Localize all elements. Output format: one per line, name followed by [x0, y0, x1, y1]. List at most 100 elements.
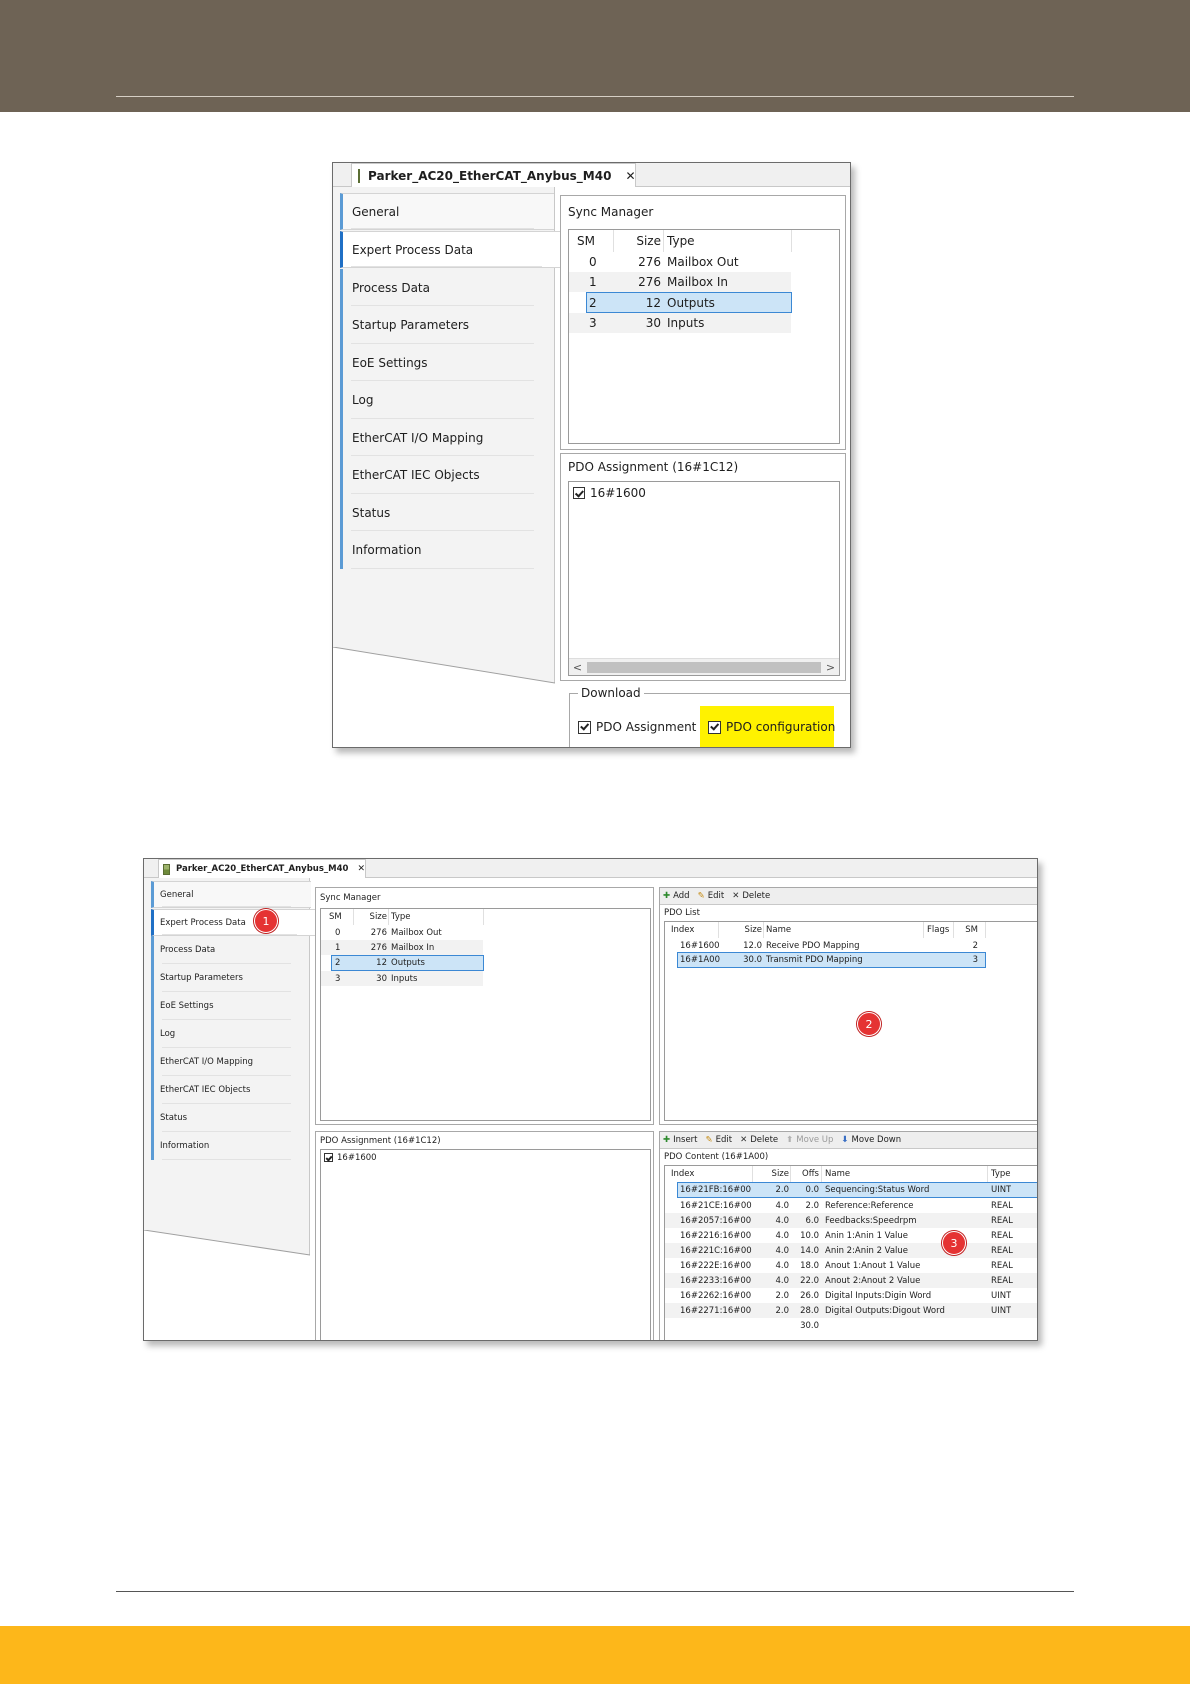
pdo-configuration-checkbox-row[interactable]: PDO configuration — [708, 718, 835, 736]
delete-button[interactable]: ✕ Delete — [732, 891, 770, 901]
cell-offs: 2.0 — [805, 1200, 819, 1211]
nav-item-status[interactable]: Status — [340, 494, 554, 531]
table-row[interactable]: 16#2233:16#00 4.0 22.0 Anout 2:Anout 2 V… — [665, 1273, 1037, 1288]
nav-item-status[interactable]: Status — [151, 1104, 311, 1132]
cell-name: Digital Outputs:Digout Word — [825, 1305, 945, 1316]
scroll-right-icon[interactable]: > — [822, 659, 839, 675]
nav-item-startup-parameters[interactable]: Startup Parameters — [151, 964, 311, 992]
column-separator — [953, 922, 954, 938]
edit-button[interactable]: ✎ Edit — [698, 891, 725, 901]
table-row[interactable]: 3 30 Inputs — [321, 971, 483, 986]
table-row[interactable]: 16#21CE:16#00 4.0 2.0 Reference:Referenc… — [665, 1198, 1037, 1213]
cell-sm: 3 — [972, 955, 978, 965]
add-button[interactable]: ✚ Add — [663, 891, 690, 901]
table-row[interactable]: 16#2271:16#00 2.0 28.0 Digital Outputs:D… — [665, 1303, 1037, 1318]
nav-item-information[interactable]: Information — [151, 1132, 311, 1160]
column-separator — [353, 909, 354, 925]
edit-button[interactable]: ✎ Edit — [706, 1135, 733, 1145]
cell-offs: 22.0 — [800, 1275, 819, 1286]
column-separator — [763, 922, 764, 938]
nav-item-ethercat-iec-objects[interactable]: EtherCAT IEC Objects — [340, 456, 554, 494]
cell-index: 16#21CE:16#00 — [680, 1200, 752, 1211]
sync-manager-group: Sync Manager SM Size Type 0 276 Mailbox … — [560, 195, 846, 450]
checkbox-checked-icon[interactable] — [573, 487, 585, 499]
close-icon[interactable]: ✕ — [625, 169, 635, 183]
col-size: Size — [771, 1169, 789, 1179]
column-separator — [985, 922, 986, 938]
insert-button[interactable]: ✚ Insert — [663, 1135, 698, 1145]
nav-item-general[interactable]: General — [151, 881, 311, 908]
nav-item-ethercat-io-mapping[interactable]: EtherCAT I/O Mapping — [340, 419, 554, 456]
nav-item-label: Information — [352, 543, 422, 557]
table-row[interactable]: 16#222E:16#00 4.0 18.0 Anout 1:Anout 1 V… — [665, 1258, 1037, 1273]
table-row[interactable]: 0 276 Mailbox Out — [321, 925, 483, 940]
sync-manager-title: Sync Manager — [568, 205, 654, 219]
nav-item-expert-process-data[interactable]: Expert Process Data — [151, 909, 317, 936]
checkbox-checked-icon[interactable] — [324, 1153, 333, 1162]
nav-item-eoe-settings[interactable]: EoE Settings — [151, 992, 311, 1020]
nav-item-log[interactable]: Log — [151, 1020, 311, 1048]
table-row[interactable]: 16#1600 12.0 Receive PDO Mapping 2 — [665, 938, 985, 953]
close-icon[interactable]: ✕ — [357, 864, 365, 874]
pdo-content-table[interactable]: Index Size Offs Name Type 16#21FB:16#00 … — [664, 1165, 1037, 1340]
move-down-button[interactable]: ⬇ Move Down — [841, 1135, 901, 1145]
nav-item-startup-parameters[interactable]: Startup Parameters — [340, 306, 554, 344]
table-row[interactable]: 1 276 Mailbox In — [569, 272, 791, 292]
nav-item-ethercat-iec-objects[interactable]: EtherCAT IEC Objects — [151, 1076, 311, 1104]
cell-name: Anout 1:Anout 1 Value — [825, 1260, 921, 1271]
table-row-selected[interactable]: 2 12 Outputs — [331, 955, 484, 971]
checkbox-checked-icon[interactable] — [578, 720, 591, 734]
scroll-thumb[interactable] — [587, 662, 821, 673]
table-row-selected[interactable]: 16#21FB:16#00 2.0 0.0 Sequencing:Status … — [677, 1182, 1037, 1198]
list-item[interactable]: 16#1600 — [321, 1151, 377, 1164]
cell-index: 16#1A00 — [680, 955, 720, 965]
nav-item-process-data[interactable]: Process Data — [340, 269, 554, 306]
nav-item-label: Status — [160, 1113, 188, 1123]
screenshot-2-window: Parker_AC20_EtherCAT_Anybus_M40 ✕ Genera… — [143, 858, 1038, 1341]
table-header: SM Size Type — [569, 230, 791, 252]
table-row[interactable]: 16#221C:16#00 4.0 14.0 Anin 2:Anin 2 Val… — [665, 1243, 1037, 1258]
column-separator — [791, 230, 792, 252]
table-row-selected[interactable]: 16#1A00 30.0 Transmit PDO Mapping 3 — [677, 952, 986, 968]
cell-name: Feedbacks:Speedrpm — [825, 1215, 917, 1226]
nav-item-eoe-settings[interactable]: EoE Settings — [340, 344, 554, 381]
table-row[interactable]: 16#2216:16#00 4.0 10.0 Anin 1:Anin 1 Val… — [665, 1228, 1037, 1243]
column-separator — [987, 1166, 988, 1182]
horizontal-scrollbar[interactable]: < > — [569, 658, 839, 675]
nav-item-information[interactable]: Information — [340, 531, 554, 569]
cell-type: Mailbox Out — [391, 927, 442, 938]
pdo-assignment-checkbox-row[interactable]: PDO Assignment — [578, 718, 696, 736]
sync-manager-table[interactable]: SM Size Type 0 276 Mailbox Out 1 276 Mai… — [568, 229, 840, 444]
table-row[interactable]: 1 276 Mailbox In — [321, 940, 483, 955]
col-name: Name — [766, 925, 792, 935]
nav-panel-notch — [144, 1230, 310, 1340]
nav-item-process-data[interactable]: Process Data — [151, 936, 311, 964]
cell-type: Inputs — [391, 973, 418, 984]
pdo-content-title: PDO Content (16#1A00) — [664, 1152, 769, 1162]
nav-item-log[interactable]: Log — [340, 381, 554, 419]
table-row[interactable]: 16#2262:16#00 2.0 26.0 Digital Inputs:Di… — [665, 1288, 1037, 1303]
nav-item-ethercat-io-mapping[interactable]: EtherCAT I/O Mapping — [151, 1048, 311, 1076]
table-row[interactable]: 3 30 Inputs — [569, 313, 791, 333]
delete-button[interactable]: ✕ Delete — [740, 1135, 778, 1145]
device-editor-tab[interactable]: Parker_AC20_EtherCAT_Anybus_M40 ✕ — [351, 163, 636, 187]
table-row-total[interactable]: 30.0 — [665, 1318, 1037, 1333]
move-up-button[interactable]: ⬆ Move Up — [786, 1135, 833, 1145]
col-size: Size — [636, 234, 661, 248]
cell-offs: 14.0 — [800, 1245, 819, 1256]
nav-item-expert-process-data[interactable]: Expert Process Data — [340, 231, 562, 268]
scroll-left-icon[interactable]: < — [569, 659, 586, 675]
table-row[interactable]: 16#2057:16#00 4.0 6.0 Feedbacks:Speedrpm… — [665, 1213, 1037, 1228]
device-editor-tab[interactable]: Parker_AC20_EtherCAT_Anybus_M40 ✕ — [158, 859, 366, 878]
pdo-assignment-list[interactable]: 16#1600 < > — [568, 481, 840, 676]
pdo-assignment-list[interactable]: 16#1600 — [320, 1149, 651, 1340]
pdo-list-table[interactable]: Index Size Name Flags SM 16#1600 12.0 Re… — [664, 921, 1037, 1121]
nav-item-general[interactable]: General — [340, 193, 554, 230]
sync-manager-table[interactable]: SM Size Type 0 276 Mailbox Out 1 276 Mai… — [320, 908, 651, 1121]
checkbox-checked-icon[interactable] — [708, 720, 721, 734]
table-row-selected[interactable]: 2 12 Outputs — [586, 292, 792, 313]
nav-item-label: Startup Parameters — [352, 318, 470, 332]
list-item[interactable]: 16#1600 — [569, 484, 646, 502]
tab-title: Parker_AC20_EtherCAT_Anybus_M40 — [368, 168, 612, 183]
table-row[interactable]: 0 276 Mailbox Out — [569, 252, 791, 272]
